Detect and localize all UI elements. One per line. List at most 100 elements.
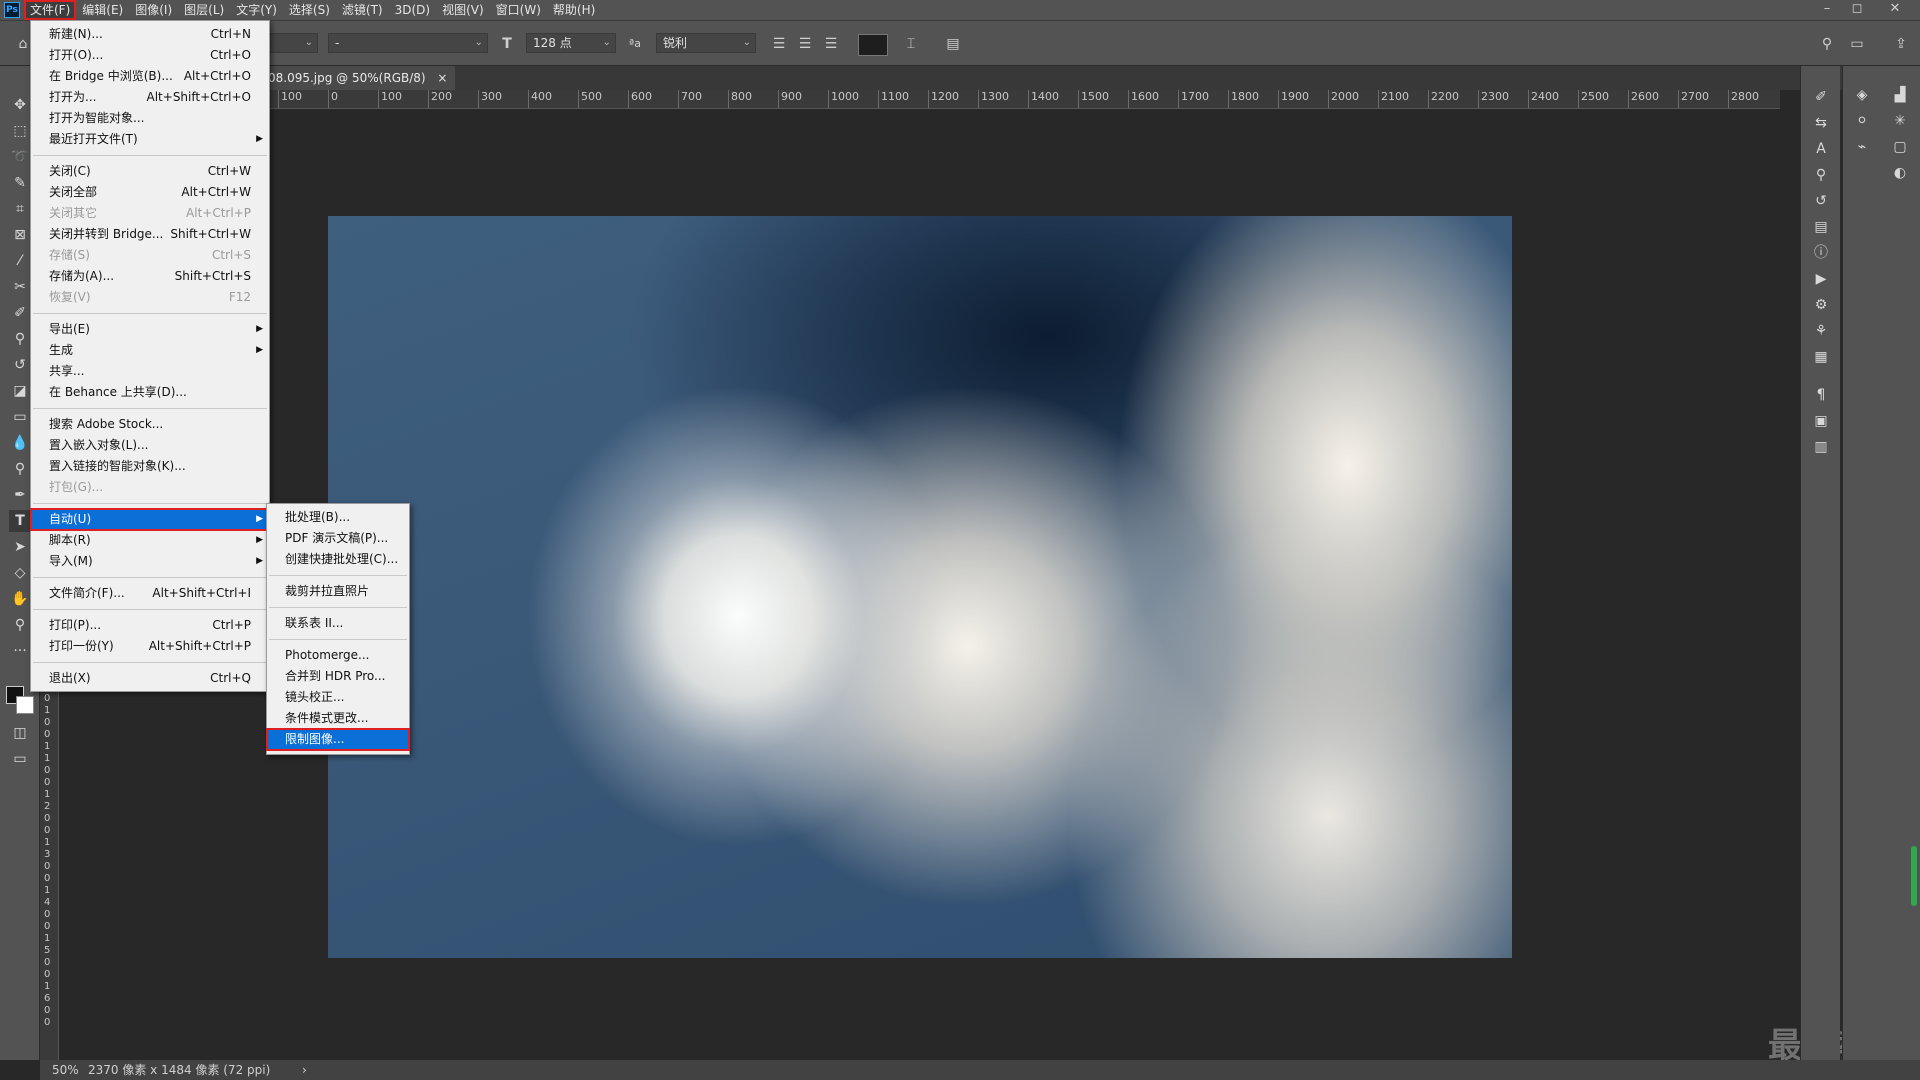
brushes-panel-icon[interactable]: ✐ xyxy=(1810,86,1832,108)
adjustments-panel-icon[interactable]: ◐ xyxy=(1889,162,1911,184)
stamp-tool-icon[interactable]: ⚲ xyxy=(9,328,31,350)
menu-window[interactable]: 窗口(W) xyxy=(490,0,547,20)
font-size-dropdown[interactable]: 128 点 ⌄ xyxy=(526,33,616,53)
navigator-panel-icon[interactable]: ✳ xyxy=(1889,110,1911,132)
more-tools-icon[interactable]: ··· xyxy=(9,640,31,662)
menu-item[interactable]: 导入(M) ▶ xyxy=(31,551,269,572)
zoom-tool-icon[interactable]: ⚲ xyxy=(9,614,31,636)
menu-item[interactable]: 条件模式更改... xyxy=(267,708,409,729)
menu-edit[interactable]: 编辑(E) xyxy=(76,0,129,20)
dodge-tool-icon[interactable]: ⚲ xyxy=(9,458,31,480)
menu-item[interactable]: 关闭(C) Ctrl+W xyxy=(31,161,269,182)
share-icon[interactable]: ⇪ xyxy=(1890,33,1912,55)
menu-item[interactable]: 打开为... Alt+Shift+Ctrl+O xyxy=(31,87,269,108)
document-tab[interactable]: 08.095.jpg @ 50%(RGB/8) × xyxy=(262,66,456,90)
menu-item[interactable]: 自动(U) ▶ xyxy=(30,508,270,531)
menu-type[interactable]: 文字(Y) xyxy=(230,0,283,20)
menu-item[interactable]: 文件简介(F)... Alt+Shift+Ctrl+I xyxy=(31,583,269,604)
document-canvas-image[interactable] xyxy=(328,216,1512,958)
brush-tool-icon[interactable]: ✐ xyxy=(9,302,31,324)
menu-item[interactable]: 新建(N)... Ctrl+N xyxy=(31,24,269,45)
workspace-icon[interactable]: ▭ xyxy=(1846,33,1868,55)
align-center-icon[interactable]: ☰ xyxy=(794,33,816,55)
menu-item[interactable]: 打开(O)... Ctrl+O xyxy=(31,45,269,66)
menu-item[interactable]: 在 Behance 上共享(D)... xyxy=(31,382,269,403)
menu-item[interactable]: 镜头校正... xyxy=(267,687,409,708)
menu-item[interactable]: 导出(E) ▶ xyxy=(31,319,269,340)
menu-select[interactable]: 选择(S) xyxy=(283,0,336,20)
menu-item[interactable]: 在 Bridge 中浏览(B)... Alt+Ctrl+O xyxy=(31,66,269,87)
quick-mask-icon[interactable]: ◫ xyxy=(9,722,31,744)
menu-item[interactable]: 置入嵌入对象(L)... xyxy=(31,435,269,456)
channels-panel-icon[interactable]: ⚪ xyxy=(1851,110,1873,132)
menu-3d[interactable]: 3D(D) xyxy=(389,0,436,20)
menu-image[interactable]: 图像(I) xyxy=(129,0,178,20)
paragraph-panel-icon[interactable]: ¶ xyxy=(1810,384,1832,406)
menu-item[interactable]: 脚本(R) ▶ xyxy=(31,530,269,551)
screen-mode-icon[interactable]: ▭ xyxy=(9,748,31,770)
menu-layer[interactable]: 图层(L) xyxy=(178,0,230,20)
libraries-panel-icon[interactable]: ▤ xyxy=(1810,216,1832,238)
menu-item[interactable]: 限制图像... xyxy=(266,728,410,751)
path-select-tool-icon[interactable]: ➤ xyxy=(9,536,31,558)
menu-item[interactable]: 联系表 II... xyxy=(267,613,409,634)
healing-tool-icon[interactable]: ✂ xyxy=(9,276,31,298)
menu-item[interactable]: 置入链接的智能对象(K)... xyxy=(31,456,269,477)
3d-panel-icon[interactable]: ⚘ xyxy=(1810,320,1832,342)
layers-panel-icon[interactable]: ◈ xyxy=(1851,84,1873,106)
warp-text-icon[interactable]: ⌶ xyxy=(900,33,922,55)
paths-panel-icon[interactable]: ⌁ xyxy=(1851,136,1873,158)
menu-item[interactable]: 合并到 HDR Pro... xyxy=(267,666,409,687)
menu-item[interactable]: 搜索 Adobe Stock... xyxy=(31,414,269,435)
clone-source-panel-icon[interactable]: ⚲ xyxy=(1810,164,1832,186)
background-color-swatch[interactable] xyxy=(16,696,34,714)
histogram-panel-icon[interactable]: ▟ xyxy=(1889,84,1911,106)
menu-view[interactable]: 视图(V) xyxy=(436,0,490,20)
lasso-tool-icon[interactable]: ➰ xyxy=(9,146,31,168)
menu-item[interactable]: 批处理(B)... xyxy=(267,507,409,528)
menu-item[interactable]: 关闭全部 Alt+Ctrl+W xyxy=(31,182,269,203)
hand-tool-icon[interactable]: ✋ xyxy=(9,588,31,610)
paragraph-styles-icon[interactable]: ▣ xyxy=(1810,410,1832,432)
menu-item[interactable]: 打印一份(Y) Alt+Shift+Ctrl+P xyxy=(31,636,269,657)
blur-tool-icon[interactable]: 💧 xyxy=(9,432,31,454)
menu-item[interactable]: PDF 演示文稿(P)... xyxy=(267,528,409,549)
antialias-dropdown[interactable]: 锐利 ⌄ xyxy=(656,33,756,53)
font-style-dropdown[interactable]: - ⌄ xyxy=(328,33,488,53)
eyedropper-tool-icon[interactable]: ⁄ xyxy=(9,250,31,272)
restore-button[interactable]: ◻ xyxy=(1842,0,1872,20)
character-panel-icon[interactable]: A xyxy=(1810,138,1832,160)
document-tab-close-icon[interactable]: × xyxy=(437,71,447,85)
adjust-panel-icon[interactable]: ⇆ xyxy=(1810,112,1832,134)
crop-tool-icon[interactable]: ⌗ xyxy=(9,198,31,220)
type-tool-icon[interactable]: T xyxy=(9,510,31,532)
frame-tool-icon[interactable]: ⊠ xyxy=(9,224,31,246)
info-panel-icon[interactable]: ⓘ xyxy=(1810,242,1832,264)
menu-item[interactable]: 退出(X) Ctrl+Q xyxy=(31,668,269,689)
menu-item[interactable]: 生成 ▶ xyxy=(31,340,269,361)
actions-panel-icon[interactable]: ▶ xyxy=(1810,268,1832,290)
scroll-indicator[interactable] xyxy=(1911,846,1917,906)
history-brush-icon[interactable]: ↺ xyxy=(9,354,31,376)
menu-help[interactable]: 帮助(H) xyxy=(547,0,601,20)
history-panel-icon[interactable]: ↺ xyxy=(1810,190,1832,212)
menu-item[interactable]: 共享... xyxy=(31,361,269,382)
status-menu-arrow-icon[interactable]: › xyxy=(302,1060,307,1080)
search-icon[interactable]: ⚲ xyxy=(1816,33,1838,55)
menu-item[interactable]: 打开为智能对象... xyxy=(31,108,269,129)
menu-item[interactable]: 创建快捷批处理(C)... xyxy=(267,549,409,570)
move-tool-icon[interactable]: ✥ xyxy=(9,94,31,116)
menu-filter[interactable]: 滤镜(T) xyxy=(336,0,389,20)
eraser-tool-icon[interactable]: ◪ xyxy=(9,380,31,402)
menu-item[interactable]: Photomerge... xyxy=(267,645,409,666)
swatches-panel-icon[interactable]: ▢ xyxy=(1889,136,1911,158)
gradient-tool-icon[interactable]: ▭ xyxy=(9,406,31,428)
menu-item[interactable]: 裁剪并拉直照片 xyxy=(267,581,409,602)
menu-item[interactable]: 关闭并转到 Bridge... Shift+Ctrl+W xyxy=(31,224,269,245)
shape-tool-icon[interactable]: ◇ xyxy=(9,562,31,584)
align-right-icon[interactable]: ☰ xyxy=(820,33,842,55)
horizontal-ruler[interactable]: 100 0 100 200 300 400 500 600 700 800 900 1000 1100 1… xyxy=(40,90,1780,109)
properties-panel-icon[interactable]: ⚙ xyxy=(1810,294,1832,316)
marquee-tool-icon[interactable]: ⬚ xyxy=(9,120,31,142)
minimize-button[interactable]: – xyxy=(1812,0,1842,20)
